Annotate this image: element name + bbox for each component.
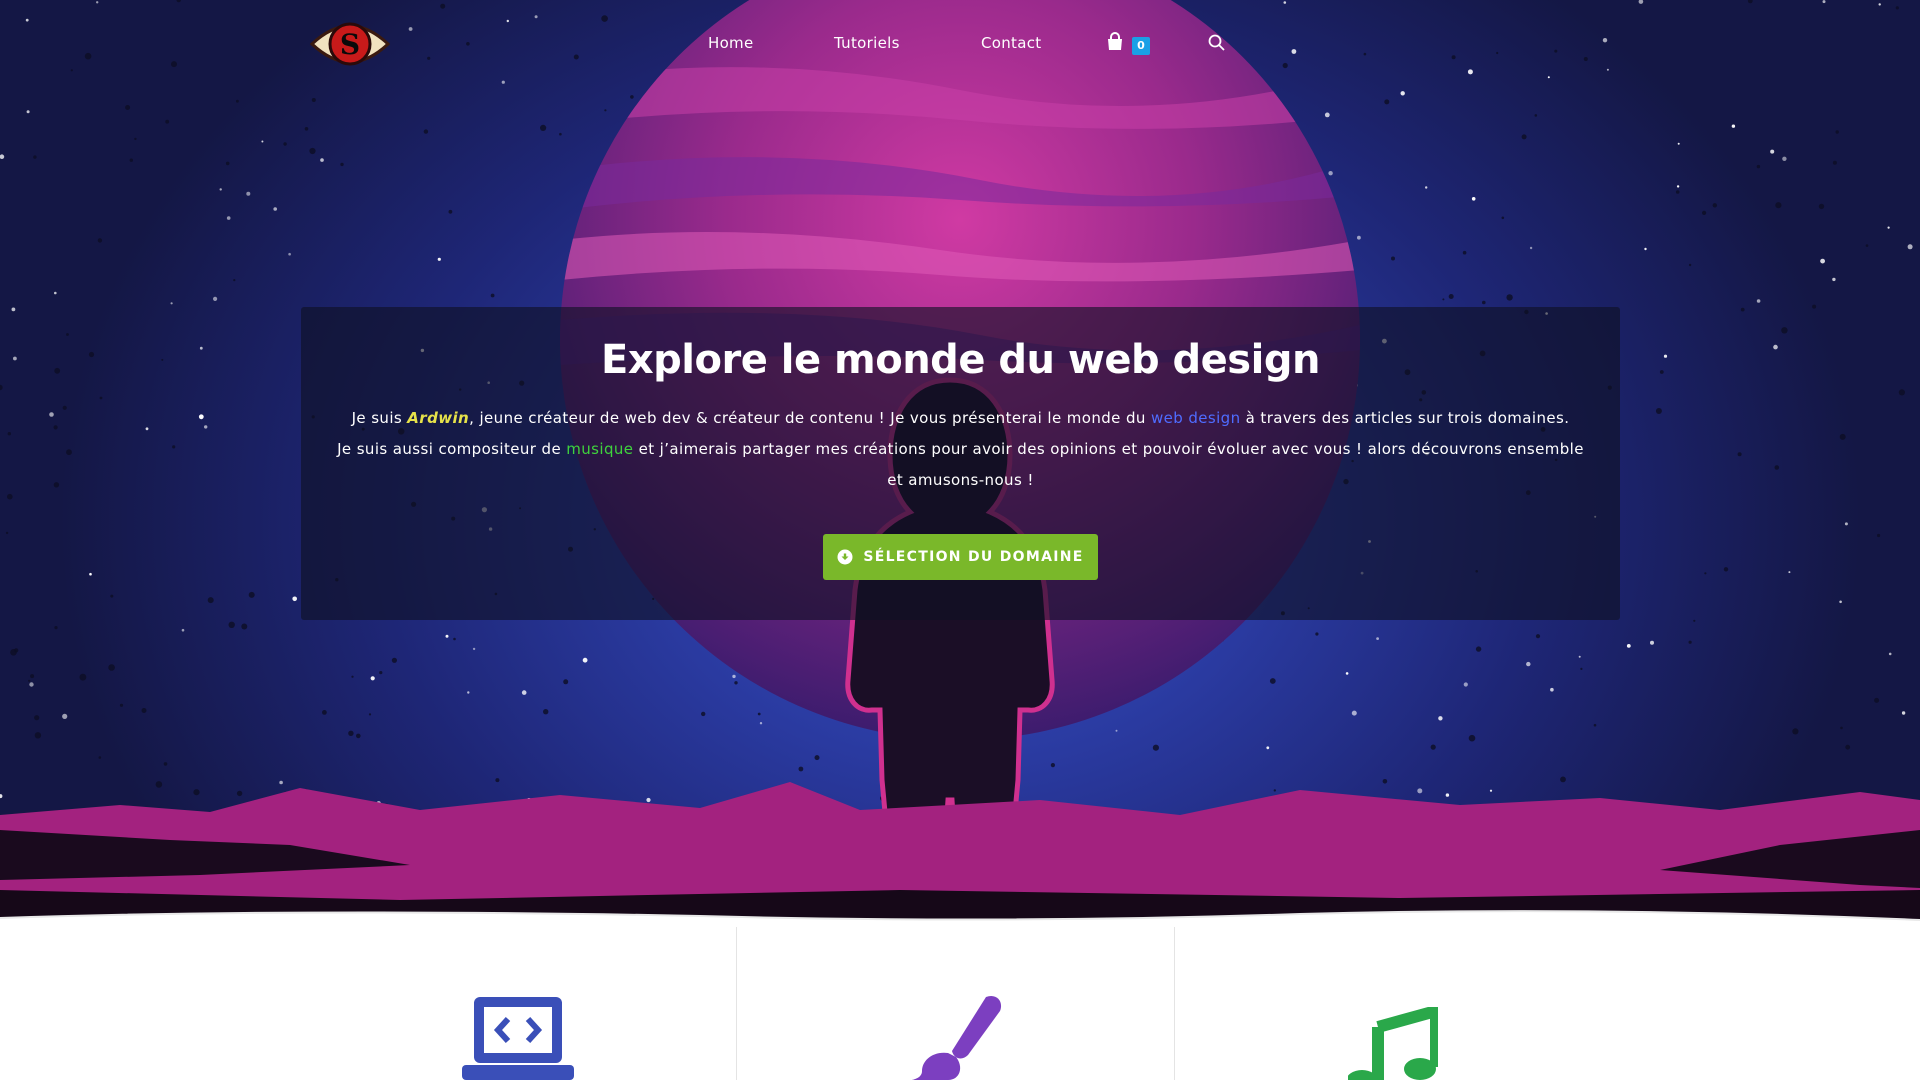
music-link[interactable]: musique <box>566 440 633 458</box>
intro-panel: Explore le monde du web design Je suis A… <box>301 307 1620 620</box>
cart-button[interactable]: 0 <box>1106 32 1150 56</box>
music-note-icon[interactable] <box>1348 1007 1438 1080</box>
arrow-circle-icon <box>837 549 853 565</box>
domain-selection-button[interactable]: SÉLECTION DU DOMAINE <box>823 534 1098 580</box>
paint-brush-icon[interactable] <box>908 993 1004 1080</box>
shopping-bag-icon <box>1108 32 1122 50</box>
hero-description: Je suis Ardwin, jeune créateur de web de… <box>331 403 1590 496</box>
web-design-link[interactable]: web design <box>1151 409 1241 427</box>
cart-count-badge: 0 <box>1132 37 1150 55</box>
author-name: Ardwin <box>407 409 470 427</box>
hero-section: S Home Tutoriels Contact 0 Explore le mo… <box>0 0 1920 930</box>
main-navbar: S Home Tutoriels Contact 0 <box>0 0 1920 90</box>
column-divider <box>736 927 737 1080</box>
nav-home[interactable]: Home <box>708 34 754 52</box>
search-icon[interactable] <box>1207 33 1227 53</box>
intro-text: Je suis aussi compositeur de <box>337 440 567 458</box>
column-divider <box>1174 927 1175 1080</box>
domain-selection-label: SÉLECTION DU DOMAINE <box>863 549 1084 565</box>
intro-text: et j’aimerais partager mes créations pou… <box>633 440 1584 489</box>
svg-text:S: S <box>340 28 360 61</box>
logo-eye-s-icon[interactable]: S <box>308 14 392 74</box>
nav-tutoriels[interactable]: Tutoriels <box>834 34 900 52</box>
laptop-code-icon[interactable] <box>462 993 574 1080</box>
domains-section <box>0 927 1920 1080</box>
intro-text: , jeune créateur de web dev & créateur d… <box>469 409 1151 427</box>
hero-title: Explore le monde du web design <box>601 337 1320 383</box>
intro-text: Je suis <box>351 409 408 427</box>
intro-text: à travers des articles sur trois domaine… <box>1240 409 1570 427</box>
nav-contact[interactable]: Contact <box>981 34 1041 52</box>
